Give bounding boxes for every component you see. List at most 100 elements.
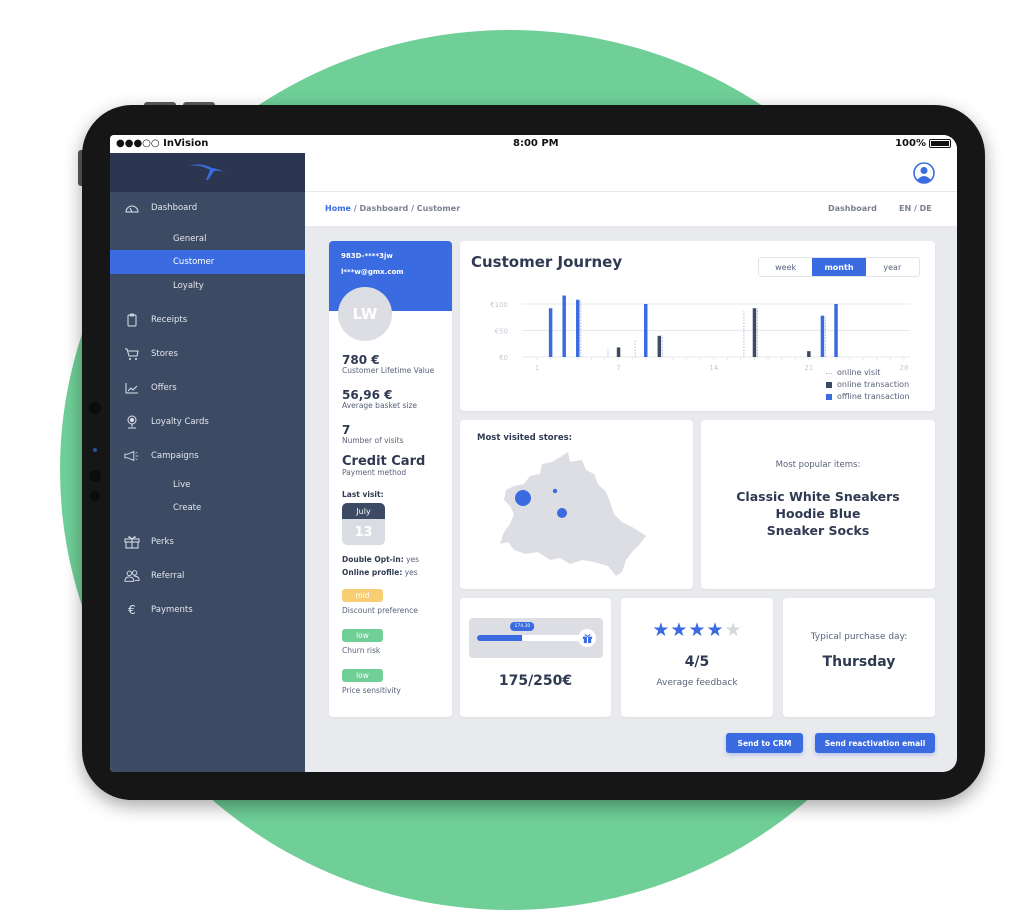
berlin-map — [500, 452, 646, 576]
user-circle-icon[interactable] — [913, 162, 935, 184]
sidebar-item-payments[interactable]: € Payments — [110, 599, 305, 621]
star-filled-icon: ★ — [688, 619, 706, 641]
sidebar-item-stores[interactable]: Stores — [110, 343, 305, 365]
churn-risk-label: Churn risk — [342, 646, 381, 655]
sidebar-item-label: Loyalty Cards — [151, 417, 209, 427]
sidebar-item-label: Perks — [151, 537, 174, 547]
sidebar-item-loyalty-cards[interactable]: Loyalty Cards — [110, 411, 305, 433]
sidebar-item-campaigns[interactable]: Campaigns — [110, 445, 305, 467]
offline-transaction-bar — [834, 304, 838, 357]
send-to-crm-button[interactable]: Send to CRM — [726, 733, 803, 753]
purchase-day-label: Typical purchase day: — [810, 632, 908, 642]
breadcrumb-dashboard[interactable]: Dashboard — [359, 204, 408, 213]
sidebar-subitem-create[interactable]: Create — [110, 496, 305, 520]
legend-swatch — [826, 394, 832, 400]
bird-logo-icon — [188, 163, 228, 180]
sidebar-subitem-label: Create — [173, 503, 202, 513]
sidebar-item-receipts[interactable]: Receipts — [110, 309, 305, 331]
sidebar-item-label: Stores — [151, 349, 178, 359]
customer-email: l***w@gmx.com — [341, 268, 404, 276]
most-visited-stores-card: Most visited stores: — [460, 420, 693, 589]
top-bar — [305, 153, 957, 192]
popular-items-title: Most popular items: — [775, 460, 861, 470]
online-transaction-bar — [616, 347, 621, 357]
stat-value: Credit Card — [342, 454, 426, 469]
device-sensor — [90, 491, 100, 501]
feedback-card: ★ ★ ★ ★ ★ 4/5 Average feedback — [621, 598, 773, 717]
clock: 8:00 PM — [513, 138, 559, 149]
star-filled-icon: ★ — [670, 619, 688, 641]
send-reactivation-email-button[interactable]: Send reactivation email — [815, 733, 935, 753]
calendar-day: 13 — [354, 524, 373, 540]
stat-visits: 7 Number of visits — [342, 423, 404, 445]
app-logo[interactable] — [110, 153, 305, 192]
sidebar-item-dashboard[interactable]: Dashboard — [110, 197, 305, 219]
sidebar-item-referral[interactable]: Referral — [110, 565, 305, 587]
star-empty-icon: ★ — [724, 619, 742, 641]
carrier-label: ●●●○○ InVision — [116, 138, 209, 149]
sidebar-subitem-loyalty[interactable]: Loyalty — [110, 274, 305, 298]
store-marker-large[interactable] — [515, 490, 531, 506]
sidebar-item-label: Dashboard — [151, 203, 198, 213]
breadcrumb-separator: / — [411, 204, 414, 213]
discount-preference-label: Discount preference — [342, 606, 418, 615]
breadcrumb-home[interactable]: Home — [325, 204, 351, 213]
sidebar-subitem-customer[interactable]: Customer — [110, 250, 305, 274]
sidebar-item-perks[interactable]: Perks — [110, 531, 305, 553]
sidebar-item-offers[interactable]: Offers — [110, 377, 305, 399]
popular-items-card: Most popular items: Classic White Sneake… — [701, 420, 935, 589]
popular-item: Sneaker Socks — [766, 523, 870, 538]
map-region — [500, 452, 646, 576]
sidebar-subitem-label: Live — [173, 480, 191, 490]
dashboard-link[interactable]: Dashboard — [828, 204, 877, 213]
legend-online-visit: online visit — [826, 367, 910, 379]
x-tick-label: 21 — [804, 364, 813, 372]
stat-value: 7 — [342, 423, 351, 437]
purchase-day-card: Typical purchase day: Thursday — [783, 598, 935, 717]
x-tick-label: 7 — [616, 364, 620, 372]
stage: ●●●○○ InVision 8:00 PM 100% Dashboard Ge… — [0, 0, 1024, 913]
legend-swatch — [826, 372, 832, 374]
badge-icon — [124, 414, 140, 430]
device-sensor — [89, 402, 101, 414]
sidebar-subitem-live[interactable]: Live — [110, 473, 305, 497]
sidebar-item-label: Payments — [151, 605, 193, 615]
chart-legend: online visit online transaction offline … — [826, 367, 910, 403]
users-icon — [124, 568, 140, 584]
device-sensor — [89, 470, 101, 482]
gift-icon — [578, 629, 596, 647]
goal-progress-tooltip: 174.30 — [510, 622, 535, 631]
sidebar-subitem-general[interactable]: General — [110, 227, 305, 251]
offline-transaction-bar — [576, 299, 580, 357]
online-transaction-bar — [752, 308, 757, 357]
stat-label: Number of visits — [342, 436, 404, 445]
goal-progress-track — [477, 635, 585, 641]
store-marker-small[interactable] — [552, 488, 558, 494]
avatar: LW — [338, 287, 392, 341]
gift-icon — [124, 534, 140, 550]
store-marker-medium[interactable] — [557, 508, 567, 518]
star-filled-icon: ★ — [706, 619, 724, 641]
breadcrumb-separator: / — [353, 204, 357, 213]
stat-lifetime-value: 780 € Customer Lifetime Value — [342, 353, 434, 375]
feedback-label: Average feedback — [656, 678, 738, 688]
stat-label: Payment method — [342, 468, 407, 477]
churn-risk-badge: low — [342, 629, 383, 642]
spending-goal-card: 174.30 175/250€ — [460, 598, 611, 717]
price-sensitivity-badge: low — [342, 669, 383, 682]
y-tick-label: €50 — [495, 328, 508, 336]
offline-transaction-bar — [820, 315, 825, 357]
popular-item: Hoodie Blue — [775, 506, 861, 521]
goal-progress-box: 174.30 — [469, 618, 603, 658]
stat-label: Average basket size — [342, 401, 418, 410]
x-tick-label: 14 — [709, 364, 718, 372]
goal-progress-fill — [477, 635, 523, 641]
breadcrumb-customer: Customer — [416, 204, 461, 213]
breadcrumb: Home / Dashboard / Customer — [325, 204, 460, 213]
breadcrumb-bar: Home / Dashboard / Customer Dashboard EN… — [305, 192, 957, 226]
popular-item: Classic White Sneakers — [736, 489, 900, 504]
language-switcher[interactable]: EN / DE — [899, 204, 932, 213]
legend-offline-transaction: offline transaction — [826, 391, 910, 403]
online-transaction-bar — [657, 335, 662, 357]
stat-payment-method: Credit Card Payment method — [342, 454, 425, 477]
